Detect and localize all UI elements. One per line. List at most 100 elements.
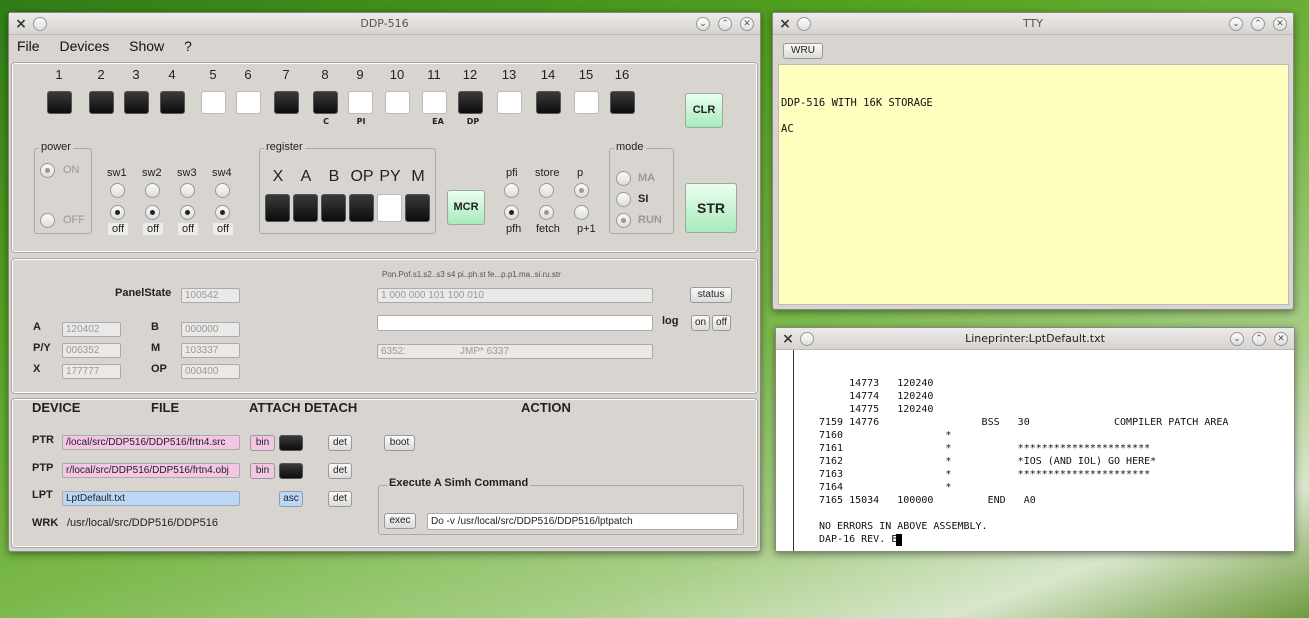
bit-switch-13[interactable] — [497, 91, 522, 114]
register-select-m[interactable] — [405, 194, 430, 222]
mode-ma-radio[interactable] — [616, 171, 631, 186]
power-off-radio[interactable] — [40, 213, 55, 228]
lpt-close-button[interactable]: ✕ — [1274, 332, 1288, 346]
store-radio[interactable] — [539, 183, 554, 198]
pfh-radio[interactable] — [504, 205, 519, 220]
lpt-asc-button[interactable]: asc — [279, 491, 303, 507]
status-button[interactable]: status — [690, 287, 732, 303]
bit-switch-8[interactable] — [313, 91, 338, 114]
reg-a-field[interactable]: 120402 — [62, 322, 121, 337]
ptp-attach-toggle[interactable] — [279, 463, 303, 479]
clr-button[interactable]: CLR — [685, 93, 723, 128]
lineprinter-output[interactable]: 14773 120240 14774 120240 14775 120240 71… — [776, 350, 1294, 551]
register-select-op[interactable] — [349, 194, 374, 222]
lpt-margin-line — [793, 350, 794, 551]
bit-number: 4 — [168, 67, 176, 82]
menu-devices[interactable]: Devices — [51, 35, 117, 57]
bit-switch-6[interactable] — [236, 91, 261, 114]
log-off-button[interactable]: off — [712, 315, 731, 331]
ptr-det-button[interactable]: det — [328, 435, 352, 451]
bit-switch-3[interactable] — [124, 91, 149, 114]
tty-maximize-button[interactable]: ⌃ — [1251, 17, 1265, 31]
register-select-a[interactable] — [293, 194, 318, 222]
tty-close-button[interactable]: ✕ — [1273, 17, 1287, 31]
sense-switch-on-radio[interactable] — [145, 183, 160, 198]
menu-show[interactable]: Show — [121, 35, 172, 57]
register-label: A — [300, 168, 312, 185]
mode-run-radio[interactable] — [616, 213, 631, 228]
register-select-py[interactable] — [377, 194, 402, 222]
bit-switch-5[interactable] — [201, 91, 226, 114]
sense-switch-on-radio[interactable] — [110, 183, 125, 198]
sense-switch-on-radio[interactable] — [180, 183, 195, 198]
mode-si-radio[interactable] — [616, 192, 631, 207]
lpt-app-x-icon[interactable]: ⨯ — [780, 331, 796, 347]
instruction-field[interactable]: 6352: JMP* 6337 — [377, 344, 653, 359]
p1-radio[interactable] — [574, 205, 589, 220]
bit-switch-7[interactable] — [274, 91, 299, 114]
ptp-file-field[interactable]: r/local/src/DDP516/DDP516/frtn4.obj — [62, 463, 240, 478]
fetch-radio[interactable] — [539, 205, 554, 220]
log-on-button[interactable]: on — [691, 315, 710, 331]
ptr-bin-button[interactable]: bin — [250, 435, 275, 451]
bit-switch-14[interactable] — [536, 91, 561, 114]
lpt-det-button[interactable]: det — [328, 491, 352, 507]
sense-switch-off-radio[interactable] — [145, 205, 160, 220]
reg-py-field[interactable]: 006352 — [62, 343, 121, 358]
pfi-radio[interactable] — [504, 183, 519, 198]
tty-minimize-button[interactable]: ⌄ — [1229, 17, 1243, 31]
bit-switch-16[interactable] — [610, 91, 635, 114]
tty-app-x-icon[interactable]: ⨯ — [777, 16, 793, 32]
reg-op-field[interactable]: 000400 — [181, 364, 240, 379]
menu-file[interactable]: File — [9, 35, 48, 57]
ptr-attach-toggle[interactable] — [279, 435, 303, 451]
reg-m-field[interactable]: 103337 — [181, 343, 240, 358]
power-on-radio[interactable] — [40, 163, 55, 178]
minimize-button[interactable]: ⌄ — [696, 17, 710, 31]
tty-output[interactable]: DDP-516 WITH 16K STORAGE AC — [778, 64, 1289, 305]
close-button[interactable]: ✕ — [740, 17, 754, 31]
bit-number: 13 — [501, 67, 517, 82]
maximize-button[interactable]: ⌃ — [718, 17, 732, 31]
log-field[interactable] — [377, 315, 653, 331]
ptp-bin-button[interactable]: bin — [250, 463, 275, 479]
bit-number: 6 — [244, 67, 252, 82]
panelstate-field[interactable]: 100542 — [181, 288, 240, 303]
wru-button[interactable]: WRU — [783, 43, 823, 59]
exec-button[interactable]: exec — [384, 513, 416, 529]
bit-switch-11[interactable] — [422, 91, 447, 114]
bit-number: 14 — [540, 67, 556, 82]
simh-command-input[interactable]: Do -v /usr/local/src/DDP516/DDP516/lptpa… — [427, 513, 738, 530]
menu-help[interactable]: ? — [176, 35, 200, 57]
register-select-x[interactable] — [265, 194, 290, 222]
sense-switch-off-radio[interactable] — [180, 205, 195, 220]
sense-switch-off-radio[interactable] — [215, 205, 230, 220]
register-select-b[interactable] — [321, 194, 346, 222]
app-x-icon[interactable]: ⨯ — [13, 16, 29, 32]
tty-window-menu-button[interactable] — [797, 17, 811, 31]
bit-switch-2[interactable] — [89, 91, 114, 114]
bit-switch-9[interactable] — [348, 91, 373, 114]
bit-switch-1[interactable] — [47, 91, 72, 114]
reg-x-field[interactable]: 177777 — [62, 364, 121, 379]
bit-switch-4[interactable] — [160, 91, 185, 114]
lpt-file-field[interactable]: LptDefault.txt — [62, 491, 240, 506]
bit-switch-12[interactable] — [458, 91, 483, 114]
lpt-window-menu-button[interactable] — [800, 332, 814, 346]
bit-switch-10[interactable] — [385, 91, 410, 114]
p-radio[interactable] — [574, 183, 589, 198]
ptr-file-field[interactable]: /local/src/DDP516/DDP516/frtn4.src — [62, 435, 240, 450]
ptr-boot-button[interactable]: boot — [384, 435, 415, 451]
lpt-maximize-button[interactable]: ⌃ — [1252, 332, 1266, 346]
window-menu-button[interactable] — [33, 17, 47, 31]
sense-switch-off-radio[interactable] — [110, 205, 125, 220]
bits-field[interactable]: 1 000 000 101 100 010 — [377, 288, 653, 303]
str-button[interactable]: STR — [685, 183, 737, 233]
sense-switch-on-radio[interactable] — [215, 183, 230, 198]
bit-switch-15[interactable] — [574, 91, 599, 114]
mcr-button[interactable]: MCR — [447, 190, 485, 225]
reg-b-field[interactable]: 000000 — [181, 322, 240, 337]
ddp516-titlebar: ⨯ DDP-516 ⌄ ⌃ ✕ — [9, 13, 760, 35]
ptp-det-button[interactable]: det — [328, 463, 352, 479]
lpt-minimize-button[interactable]: ⌄ — [1230, 332, 1244, 346]
